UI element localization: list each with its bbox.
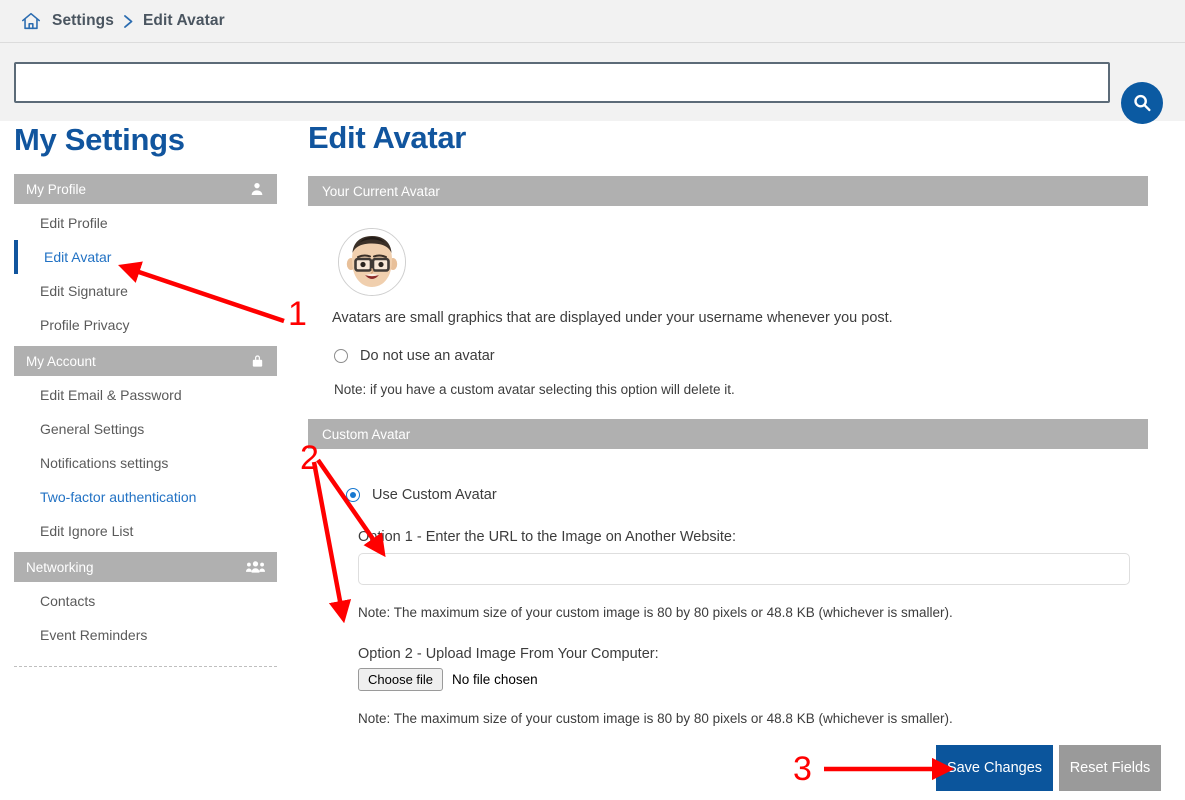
radio-no-avatar-indicator[interactable] (334, 349, 348, 363)
reset-fields-button[interactable]: Reset Fields (1059, 745, 1161, 791)
sidebar-group-label: Networking (26, 559, 94, 575)
sidebar-item-edit-email-password[interactable]: Edit Email & Password (14, 378, 277, 412)
sidebar-item-event-reminders[interactable]: Event Reminders (14, 618, 277, 652)
sidebar-item-label: Notifications settings (40, 455, 169, 471)
section-header-label: Custom Avatar (322, 426, 411, 442)
sidebar-item-label: Event Reminders (40, 627, 148, 643)
sidebar-item-edit-signature[interactable]: Edit Signature (14, 274, 277, 308)
sidebar-item-label: Edit Email & Password (40, 387, 182, 403)
search-button[interactable] (1121, 82, 1163, 124)
sidebar-item-edit-avatar[interactable]: Edit Avatar (14, 240, 277, 274)
radio-use-custom-avatar-label: Use Custom Avatar (372, 487, 497, 503)
home-icon[interactable] (20, 10, 42, 32)
avatar-url-input[interactable] (358, 553, 1130, 585)
sidebar-item-label: General Settings (40, 421, 145, 437)
footer-buttons: Save Changes Reset Fields (936, 745, 1161, 791)
avatar-image (339, 229, 405, 295)
breadcrumb: Settings Edit Avatar (0, 0, 1185, 43)
search-icon (1131, 92, 1153, 114)
main-content: Edit Avatar Your Current Avatar Avatars … (308, 120, 1168, 732)
sidebar-item-label: Edit Ignore List (40, 523, 134, 539)
lock-icon (250, 353, 265, 369)
sidebar-item-two-factor-authentication[interactable]: Two-factor authentication (14, 480, 277, 514)
user-icon (249, 181, 265, 197)
choose-file-button[interactable]: Choose file (358, 668, 444, 691)
sidebar-group-my-account[interactable]: My Account (14, 346, 277, 376)
section-body-current-avatar: Avatars are small graphics that are disp… (308, 206, 1168, 403)
avatar (338, 228, 406, 296)
sidebar-divider (14, 666, 277, 667)
radio-use-custom-avatar-indicator[interactable] (346, 488, 360, 502)
sidebar-item-label: Edit Avatar (44, 249, 112, 265)
annotation-marker-3: 3 (793, 750, 812, 788)
breadcrumb-item-settings[interactable]: Settings (52, 12, 114, 30)
sidebar-group-label: My Profile (26, 181, 87, 197)
section-body-custom-avatar: Use Custom Avatar Option 1 - Enter the U… (308, 449, 1168, 732)
sidebar-item-edit-profile[interactable]: Edit Profile (14, 206, 277, 240)
sidebar-item-label: Contacts (40, 593, 96, 609)
option2-note: Note: The maximum size of your custom im… (358, 711, 953, 726)
sidebar-item-edit-ignore-list[interactable]: Edit Ignore List (14, 514, 277, 548)
file-upload-row: Choose file No file chosen (358, 668, 1168, 691)
search-input[interactable] (14, 62, 1110, 103)
option1-note: Note: The maximum size of your custom im… (358, 605, 953, 620)
sidebar-item-label: Edit Profile (40, 215, 108, 231)
sidebar-item-label: Edit Signature (40, 283, 128, 299)
annotation-marker-1: 1 (288, 295, 307, 333)
radio-no-avatar[interactable]: Do not use an avatar (334, 348, 1168, 364)
sidebar-nav: My Profile Edit Profile Edit Avatar Edit… (14, 174, 277, 667)
save-changes-button[interactable]: Save Changes (936, 745, 1053, 791)
sidebar-item-general-settings[interactable]: General Settings (14, 412, 277, 446)
avatar-description: Avatars are small graphics that are disp… (332, 310, 893, 326)
search-bar (0, 43, 1185, 124)
page-title: Edit Avatar (308, 120, 467, 155)
option1-label: Option 1 - Enter the URL to the Image on… (358, 529, 737, 545)
section-header-custom-avatar: Custom Avatar (308, 419, 1148, 449)
radio-use-custom-avatar[interactable]: Use Custom Avatar (346, 487, 1168, 503)
sidebar-item-contacts[interactable]: Contacts (14, 584, 277, 618)
sidebar-group-label: My Account (26, 353, 96, 369)
radio-no-avatar-label: Do not use an avatar (360, 348, 495, 364)
people-icon (246, 560, 265, 575)
sidebar-group-networking[interactable]: Networking (14, 552, 277, 582)
page-root: Settings Edit Avatar My Settings My Prof… (0, 0, 1185, 800)
section-header-label: Your Current Avatar (322, 183, 440, 199)
sidebar-item-label: Profile Privacy (40, 317, 130, 333)
sidebar-item-profile-privacy[interactable]: Profile Privacy (14, 308, 277, 342)
section-header-current-avatar: Your Current Avatar (308, 176, 1148, 206)
option2-label: Option 2 - Upload Image From Your Comput… (358, 646, 659, 662)
breadcrumb-item-edit-avatar[interactable]: Edit Avatar (143, 12, 225, 30)
file-status-text: No file chosen (452, 672, 538, 687)
sidebar-title: My Settings (14, 122, 185, 157)
chevron-right-icon (123, 14, 134, 29)
sidebar-group-my-profile[interactable]: My Profile (14, 174, 277, 204)
note-no-avatar: Note: if you have a custom avatar select… (334, 382, 735, 397)
sidebar-item-label: Two-factor authentication (40, 489, 197, 505)
sidebar-item-notifications-settings[interactable]: Notifications settings (14, 446, 277, 480)
